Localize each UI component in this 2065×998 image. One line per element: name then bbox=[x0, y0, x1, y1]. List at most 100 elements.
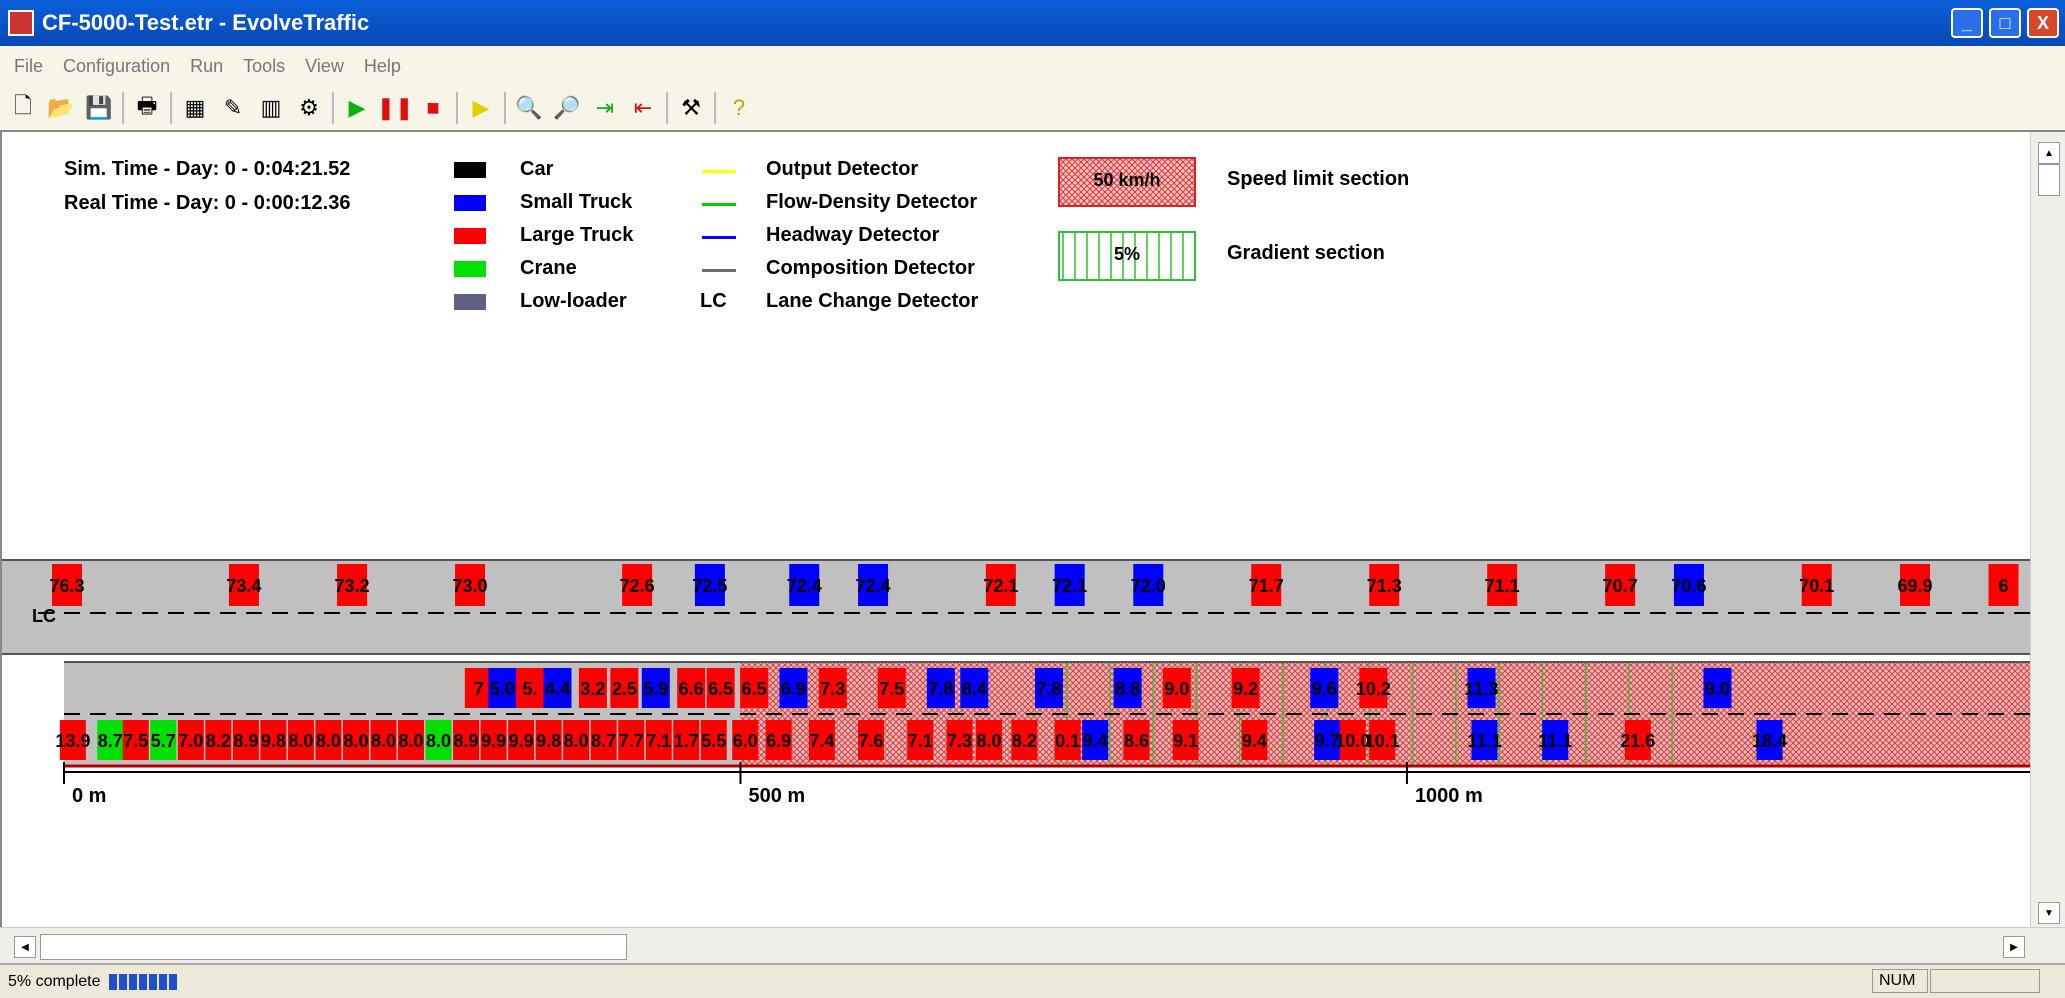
vehicle-bottom-lane-speed: 9.9 bbox=[509, 731, 534, 751]
pan-left-icon[interactable]: ⇤ bbox=[628, 93, 658, 123]
horizontal-scrollbar[interactable]: ◀ ▶ bbox=[0, 927, 2065, 964]
help-icon[interactable]: ? bbox=[724, 93, 754, 123]
menu-tools[interactable]: Tools bbox=[243, 56, 285, 77]
progress-block bbox=[108, 973, 117, 990]
progress-block bbox=[148, 973, 157, 990]
scroll-down-button[interactable]: ▼ bbox=[2038, 902, 2060, 924]
vehicle-top-lane-speed: 73.4 bbox=[226, 576, 261, 596]
vehicle-top-lane-speed: 72.5 bbox=[692, 576, 727, 596]
legend-large-truck: Large Truck bbox=[520, 224, 634, 246]
vehicle-bottom-lane-speed: 6.0 bbox=[733, 731, 758, 751]
vehicle-top-lane-speed: 72.4 bbox=[787, 576, 822, 596]
vehicle-middle-lane-speed: 8.8 bbox=[1115, 679, 1140, 699]
vehicle-bottom-lane-speed: 5.7 bbox=[151, 731, 176, 751]
play-icon[interactable]: ▶ bbox=[342, 93, 372, 123]
close-button[interactable]: X bbox=[2027, 8, 2059, 38]
distance-label: 500 m bbox=[748, 785, 805, 802]
pan-right-icon[interactable]: ⇥ bbox=[590, 93, 620, 123]
simulation-canvas[interactable]: Sim. Time - Day: 0 - 0:04:21.52 Real Tim… bbox=[0, 132, 2030, 927]
new-file-icon[interactable]: 🗋 bbox=[8, 93, 38, 123]
vehicle-bottom-lane-speed: 13.9 bbox=[55, 731, 90, 751]
chart-icon[interactable]: ▥ bbox=[256, 93, 286, 123]
print-icon[interactable]: 🖶 bbox=[132, 93, 162, 123]
vehicle-bottom-lane-speed: 8.0 bbox=[426, 731, 451, 751]
tools-icon[interactable]: ⚙ bbox=[294, 93, 324, 123]
vehicle-top-lane-speed: 72.1 bbox=[1052, 576, 1087, 596]
road-network[interactable]: LC76.3 73.4 73.2 73.0 72.6 72.5 72.4 72.4 72.1 72… bbox=[2, 422, 2030, 802]
menu-configuration[interactable]: Configuration bbox=[63, 56, 170, 77]
horizontal-scroll-thumb[interactable] bbox=[40, 934, 627, 960]
legend-low-loader: Low-loader bbox=[520, 290, 627, 312]
vertical-scroll-thumb[interactable] bbox=[2038, 164, 2060, 196]
step-icon[interactable]: ▶ bbox=[466, 93, 496, 123]
legend-flow-density-detector: Flow-Density Detector bbox=[766, 191, 978, 213]
vehicle-bottom-lane-speed: 9.1 bbox=[1173, 731, 1198, 751]
vehicle-middle-lane-speed: 9.2 bbox=[1233, 679, 1258, 699]
menu-help[interactable]: Help bbox=[364, 56, 401, 77]
vehicle-bottom-lane-speed: 11.1 bbox=[1538, 731, 1572, 751]
edit-icon[interactable]: ✎ bbox=[218, 93, 248, 123]
maximize-button[interactable]: □ bbox=[1989, 8, 2021, 38]
vehicle-middle-lane-speed: 7.5 bbox=[879, 679, 904, 699]
low-loader-swatch bbox=[454, 294, 486, 310]
sim-time: Sim. Time - Day: 0 - 0:04:21.52 bbox=[64, 158, 351, 180]
vehicle-top-lane-speed: 76.3 bbox=[49, 576, 84, 596]
vehicle-bottom-lane-speed: 0.1 bbox=[1055, 731, 1080, 751]
vehicle-top-lane-speed: 6 bbox=[1999, 576, 2009, 596]
vehicle-bottom-lane-speed: 8.9 bbox=[454, 731, 479, 751]
vehicle-bottom-lane-speed: 21.6 bbox=[1620, 731, 1655, 751]
vehicle-bottom-lane-speed: 9.4 bbox=[1083, 731, 1108, 751]
num-lock-indicator: NUM bbox=[1872, 969, 1928, 993]
menu-file[interactable]: File bbox=[14, 56, 43, 77]
config-icon[interactable]: ▦ bbox=[180, 93, 210, 123]
vehicle-bottom-lane-speed: 9.4 bbox=[1242, 731, 1267, 751]
vehicle-bottom-lane-speed: 7.3 bbox=[947, 731, 972, 751]
vehicle-middle-lane-speed: 10.2 bbox=[1356, 679, 1391, 699]
progress-block bbox=[118, 973, 127, 990]
vehicle-bottom-lane-speed: 18.4 bbox=[1752, 731, 1787, 751]
status-bar: 5% complete NUM bbox=[0, 963, 2065, 998]
pause-icon[interactable]: ❚❚ bbox=[377, 93, 414, 123]
toolbar-separator bbox=[666, 92, 668, 124]
vehicle-bottom-lane-speed: 8.0 bbox=[564, 731, 589, 751]
scroll-right-button[interactable]: ▶ bbox=[2003, 936, 2025, 958]
vehicle-top-lane-speed: 71.3 bbox=[1367, 576, 1402, 596]
vehicle-bottom-lane-speed: 8.0 bbox=[288, 731, 313, 751]
vehicle-middle-lane-speed: 5.0 bbox=[490, 679, 515, 699]
vehicle-top-lane-speed: 70.7 bbox=[1603, 576, 1638, 596]
vehicle-bottom-lane-speed: 8.7 bbox=[591, 731, 616, 751]
hammer-icon[interactable]: ⚒ bbox=[676, 93, 706, 123]
vehicle-middle-lane-speed: 2.5 bbox=[612, 679, 637, 699]
vehicle-top-lane-speed: 72.6 bbox=[620, 576, 655, 596]
vehicle-top-lane-speed: 72.4 bbox=[856, 576, 891, 596]
vehicle-middle-lane-speed: 9.0 bbox=[1164, 679, 1189, 699]
minimize-button[interactable]: _ bbox=[1951, 8, 1983, 38]
toolbar: 🗋 📂 💾 🖶 ▦ ✎ ▥ ⚙ ▶ ❚❚ ■ ▶ 🔍 🔎 ⇥ ⇤ ⚒ ? bbox=[0, 86, 2065, 132]
window-title: CF-5000-Test.etr - EvolveTraffic bbox=[42, 10, 370, 35]
progress-block bbox=[138, 973, 147, 990]
vehicle-middle-lane-speed: 5.9 bbox=[643, 679, 668, 699]
scroll-left-button[interactable]: ◀ bbox=[14, 936, 36, 958]
open-folder-icon[interactable]: 📂 bbox=[46, 93, 76, 123]
vehicle-top-lane-speed: 71.1 bbox=[1485, 576, 1520, 596]
vehicle-bottom-lane-speed: 7.5 bbox=[123, 731, 148, 751]
stop-icon[interactable]: ■ bbox=[418, 93, 448, 123]
vehicle-middle-lane-speed: 7.8 bbox=[928, 679, 953, 699]
crane-swatch bbox=[454, 261, 486, 277]
distance-label: 0 m bbox=[72, 785, 106, 802]
menu-bar: File Configuration Run Tools View Help bbox=[0, 46, 2065, 86]
zoom-in-icon[interactable]: 🔍 bbox=[514, 93, 544, 123]
progress-text: 5% complete bbox=[8, 972, 101, 990]
scroll-up-button[interactable]: ▲ bbox=[2038, 142, 2060, 164]
progress-block bbox=[128, 973, 137, 990]
vehicle-middle-lane-speed: 6.9 bbox=[781, 679, 806, 699]
vehicle-middle-lane-speed: 9.0 bbox=[1705, 679, 1730, 699]
menu-view[interactable]: View bbox=[305, 56, 344, 77]
car-swatch bbox=[454, 162, 486, 178]
gradient-swatch-text: 5% bbox=[1113, 244, 1140, 264]
vehicle-bottom-lane-speed: 8.0 bbox=[371, 731, 396, 751]
save-icon[interactable]: 💾 bbox=[84, 93, 114, 123]
zoom-out-icon[interactable]: 🔎 bbox=[552, 93, 582, 123]
vertical-scrollbar[interactable]: ▲ ▼ bbox=[2030, 132, 2065, 927]
menu-run[interactable]: Run bbox=[190, 56, 223, 77]
